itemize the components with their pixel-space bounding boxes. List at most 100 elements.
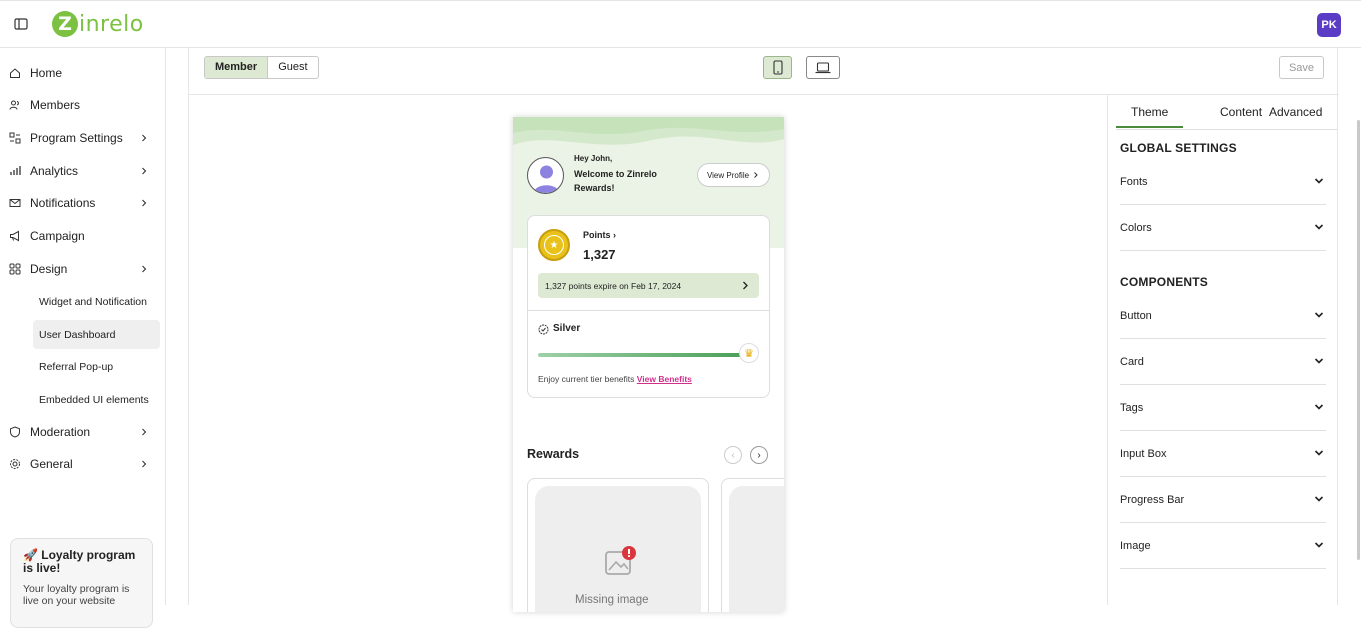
components-heading: COMPONENTS xyxy=(1120,275,1209,289)
audience-toggle: Member Guest xyxy=(204,56,319,79)
laptop-icon xyxy=(815,61,831,73)
design-icon xyxy=(9,263,21,275)
sidebar-subitem-widget[interactable]: Widget and Notification xyxy=(33,287,160,316)
sidebar-toggle-icon[interactable] xyxy=(14,17,28,31)
welcome-text: Welcome to Zinrelo Rewards! xyxy=(574,169,657,193)
sidebar-item-analytics[interactable]: Analytics xyxy=(0,156,166,186)
chevron-down-icon xyxy=(1314,404,1324,410)
accordion-colors[interactable]: Colors xyxy=(1120,205,1326,251)
expiry-text: 1,327 points expire on Feb 17, 2024 xyxy=(545,280,682,291)
page-scrollbar[interactable] xyxy=(1357,120,1360,560)
global-settings-heading: GLOBAL SETTINGS xyxy=(1120,141,1237,155)
member-tab[interactable]: Member xyxy=(205,57,269,78)
reward-card[interactable] xyxy=(721,478,784,612)
sidebar-subitem-embedded-ui[interactable]: Embedded UI elements xyxy=(33,385,160,414)
points-coin-icon: ★ xyxy=(538,229,570,261)
points-label[interactable]: Points › xyxy=(583,230,616,240)
logo-text: inrelo xyxy=(79,11,144,37)
sidebar-subitem-user-dashboard[interactable]: User Dashboard xyxy=(33,320,160,349)
chevron-right-icon xyxy=(142,167,147,175)
sidebar-item-home[interactable]: Home xyxy=(0,58,166,88)
missing-image-text: Missing image xyxy=(575,594,649,606)
accordion-tags[interactable]: Tags xyxy=(1120,385,1326,431)
chevron-down-icon xyxy=(1314,224,1324,230)
sidebar-item-notifications[interactable]: Notifications xyxy=(0,188,166,218)
tab-content[interactable]: Content xyxy=(1220,105,1262,119)
accordion-progress-bar[interactable]: Progress Bar xyxy=(1120,477,1326,523)
top-bar: Z inrelo PK xyxy=(0,0,1361,48)
mobile-preview: Hey John, Welcome to Zinrelo Rewards! Vi… xyxy=(513,117,784,612)
settings-panel: Theme Content Advanced GLOBAL SETTINGS F… xyxy=(1107,95,1338,605)
sidebar-item-general[interactable]: General xyxy=(0,449,166,479)
chevron-right-icon xyxy=(142,460,147,468)
sidebar-item-design[interactable]: Design xyxy=(0,254,166,284)
desktop-view-button[interactable] xyxy=(806,56,840,79)
view-profile-button[interactable]: View Profile xyxy=(697,163,770,187)
sidebar-item-label: General xyxy=(30,457,73,471)
chevron-right-icon xyxy=(754,172,758,178)
tier-progress-bar xyxy=(538,353,743,357)
accordion-label: Button xyxy=(1120,309,1152,322)
greeting-text: Hey John, xyxy=(574,154,613,163)
chevron-right-icon xyxy=(142,265,147,273)
points-value: 1,327 xyxy=(583,247,616,262)
tier-benefits-text: Enjoy current tier benefits View Benefit… xyxy=(538,374,692,384)
home-icon xyxy=(10,68,20,78)
reward-card[interactable]: Missing image xyxy=(527,478,709,612)
points-card: ★ Points › 1,327 1,327 points expire on … xyxy=(527,215,770,398)
sidebar-item-label: Campaign xyxy=(30,229,85,243)
sidebar: Home Members Program Settings Analytics … xyxy=(0,48,166,628)
sidebar-item-campaign[interactable]: Campaign xyxy=(0,221,166,251)
panel-tabs: Theme Content Advanced xyxy=(1116,95,1337,130)
accordion-card[interactable]: Card xyxy=(1120,339,1326,385)
mobile-icon xyxy=(772,60,783,75)
accordion-label: Image xyxy=(1120,539,1151,552)
save-button[interactable]: Save xyxy=(1279,56,1324,79)
chevron-down-icon xyxy=(1314,312,1324,318)
settings-icon xyxy=(9,132,21,144)
gear-icon xyxy=(10,459,20,469)
members-icon xyxy=(9,100,19,110)
user-avatar[interactable]: PK xyxy=(1317,13,1341,37)
mobile-view-button[interactable] xyxy=(763,56,792,79)
chevron-down-icon xyxy=(1314,542,1324,548)
chevron-down-icon xyxy=(1314,496,1324,502)
sidebar-item-members[interactable]: Members xyxy=(0,90,166,120)
sidebar-subitem-referral-popup[interactable]: Referral Pop-up xyxy=(33,352,160,381)
accordion-label: Colors xyxy=(1120,221,1152,234)
card-divider xyxy=(528,310,769,311)
analytics-icon xyxy=(10,166,21,175)
sidebar-item-program-settings[interactable]: Program Settings xyxy=(0,123,166,153)
view-benefits-link[interactable]: View Benefits xyxy=(637,374,692,384)
tier-name: Silver xyxy=(553,323,581,334)
reward-image-placeholder: Missing image xyxy=(535,486,701,612)
tier-badge-icon xyxy=(538,324,549,335)
rewards-next-button[interactable]: › xyxy=(750,446,768,464)
accordion-input-box[interactable]: Input Box xyxy=(1120,431,1326,477)
points-expiry-banner[interactable]: 1,327 points expire on Feb 17, 2024 xyxy=(538,273,759,298)
preview-canvas: Hey John, Welcome to Zinrelo Rewards! Vi… xyxy=(189,95,1107,612)
sidebar-item-moderation[interactable]: Moderation xyxy=(0,417,166,447)
editor-toolbar: Member Guest Save xyxy=(189,48,1339,95)
rewards-prev-button[interactable]: ‹ xyxy=(724,446,742,464)
chevron-down-icon xyxy=(1314,178,1324,184)
tab-theme[interactable]: Theme xyxy=(1116,105,1184,128)
tab-advanced[interactable]: Advanced xyxy=(1269,105,1322,119)
accordion-image[interactable]: Image xyxy=(1120,523,1326,569)
megaphone-icon xyxy=(10,230,19,242)
accordion-fonts[interactable]: Fonts xyxy=(1120,159,1326,205)
sidebar-item-label: Moderation xyxy=(30,425,91,439)
accordion-button[interactable]: Button xyxy=(1120,293,1326,339)
reward-image-placeholder xyxy=(729,486,784,612)
live-card-desc: Your loyalty program is live on your web… xyxy=(23,583,130,607)
chevron-right-icon xyxy=(142,199,147,207)
sidebar-item-label: Notifications xyxy=(30,196,96,210)
sidebar-item-label: Analytics xyxy=(30,164,79,178)
sidebar-item-label: Design xyxy=(30,262,68,276)
accordion-label: Fonts xyxy=(1120,175,1148,188)
accordion-label: Card xyxy=(1120,355,1144,368)
chevron-down-icon xyxy=(1314,450,1324,456)
view-profile-label: View Profile xyxy=(706,170,750,180)
program-live-card: 🚀 Loyalty program is live! Your loyalty … xyxy=(10,538,153,628)
guest-tab[interactable]: Guest xyxy=(268,57,317,78)
